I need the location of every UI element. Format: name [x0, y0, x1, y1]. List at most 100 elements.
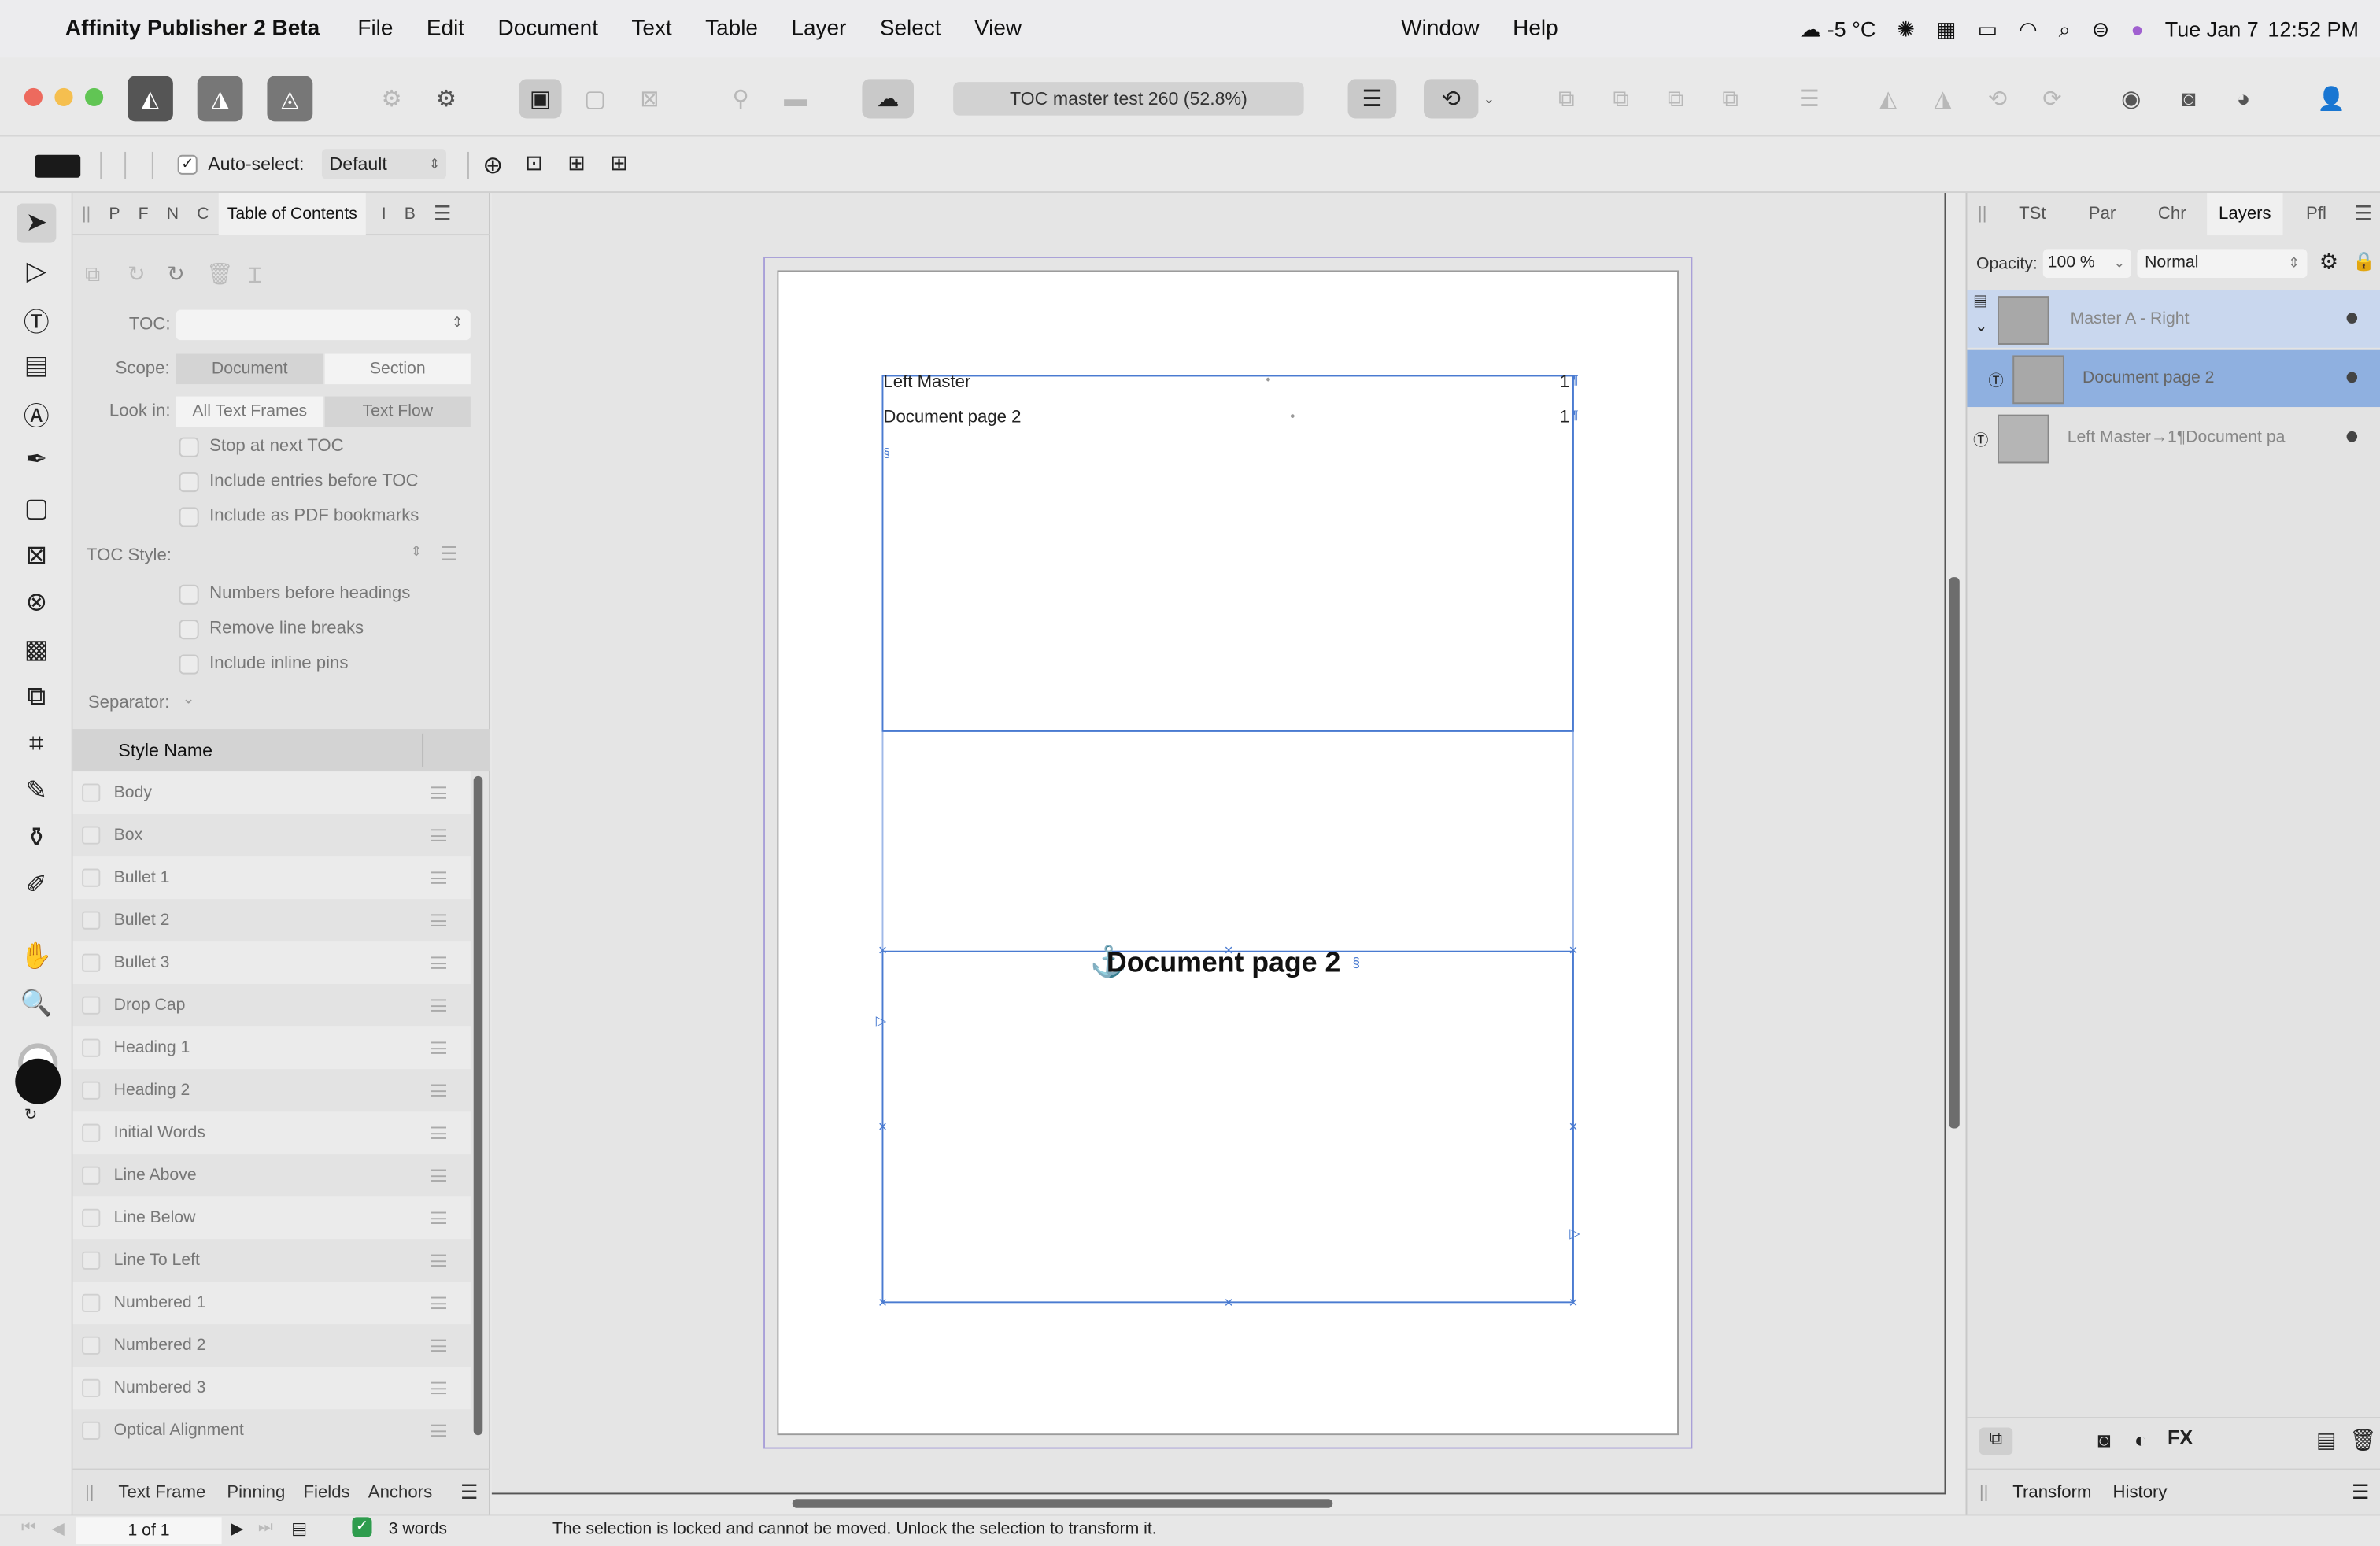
look-in-text-flow-option[interactable]: Text Flow — [324, 396, 471, 427]
rotate-right-icon[interactable]: ⟳ — [2031, 79, 2073, 118]
minimize-window-button[interactable] — [54, 87, 73, 107]
drag-handle-icon[interactable] — [431, 1169, 446, 1182]
layer-row-left-master-toc[interactable]: Ⓣ Left Master→1¶Document pa — [1967, 408, 2380, 467]
delete-toc-icon[interactable]: 🗑 — [206, 261, 233, 287]
style-row-numbered-1[interactable]: Numbered 1 — [72, 1282, 471, 1325]
menu-select[interactable]: Select — [863, 17, 958, 41]
scope-section-option[interactable]: Section — [324, 353, 471, 385]
drag-handle-icon[interactable] — [431, 829, 446, 841]
drag-handle-icon[interactable] — [431, 914, 446, 926]
frame-text-tool-icon[interactable]: Ⓣ — [17, 299, 56, 338]
tab-preflight[interactable]: Pfl — [2286, 193, 2346, 235]
update-all-toc-icon[interactable]: ↻ — [167, 261, 185, 287]
document-canvas[interactable]: Left Master • 1 ¶ Document page 2 • 1 ¶ … — [491, 193, 1946, 1493]
drag-handle-icon[interactable] — [431, 786, 446, 799]
photo-persona-icon[interactable]: ◬ — [267, 76, 313, 122]
picture-frame-tool-icon[interactable]: ⊠ — [17, 536, 56, 575]
style-row-line-to-left[interactable]: Line To Left — [72, 1239, 471, 1282]
layer-row-master-a-right[interactable]: ▤ ⌄ Master A - Right — [1967, 290, 2380, 348]
chatgpt-icon[interactable]: ✺ — [1897, 16, 1915, 42]
resize-handle-top[interactable]: × — [1221, 944, 1235, 959]
style-checkbox[interactable] — [82, 826, 101, 845]
style-row-line-above[interactable]: Line Above — [72, 1154, 471, 1197]
resize-handle-top-left[interactable]: × — [876, 944, 889, 959]
drag-handle-icon[interactable] — [431, 1254, 446, 1267]
panel-menu-icon[interactable]: ☰ — [2352, 1480, 2369, 1504]
flip-vertical-icon[interactable]: ◮ — [1922, 79, 1964, 118]
panel-menu-icon[interactable]: ☰ — [460, 1480, 478, 1504]
fill-tool-icon[interactable]: ⚱ — [17, 819, 56, 858]
style-row-numbered-2[interactable]: Numbered 2 — [72, 1324, 471, 1367]
style-row-drop-cap[interactable]: Drop Cap — [72, 984, 471, 1027]
scope-document-option[interactable]: Document — [176, 353, 323, 385]
toc-cursor-icon[interactable]: Ɪ — [249, 261, 261, 290]
publisher-persona-icon[interactable]: ◭ — [127, 76, 173, 122]
last-page-icon[interactable]: ⏭ — [258, 1518, 273, 1538]
menu-file[interactable]: File — [341, 17, 410, 41]
control-center-icon[interactable]: ⊜ — [2092, 16, 2110, 42]
keyboard-icon[interactable]: ▦ — [1936, 16, 1957, 42]
drag-handle-icon[interactable] — [431, 1041, 446, 1054]
include-inline-pins-checkbox[interactable] — [179, 654, 199, 675]
designer-persona-icon[interactable]: ◮ — [197, 76, 243, 122]
layer-visibility-dot[interactable] — [2346, 313, 2358, 324]
wifi-icon[interactable]: ◠ — [2019, 16, 2038, 42]
remove-line-breaks-checkbox[interactable] — [179, 620, 199, 640]
menu-layer[interactable]: Layer — [774, 17, 863, 41]
menu-table[interactable]: Table — [689, 17, 774, 41]
tab-b[interactable]: B — [395, 192, 424, 235]
align-icon[interactable]: ☰ — [1788, 79, 1831, 118]
drag-handle-icon[interactable] — [431, 1381, 446, 1395]
menu-window[interactable]: Window — [1384, 17, 1496, 41]
panel-grip-icon[interactable]: || — [1973, 193, 1991, 235]
add-layer-icon[interactable]: ▤ — [2316, 1428, 2337, 1454]
tab-table-of-contents[interactable]: Table of Contents — [218, 192, 367, 235]
fill-color-well[interactable] — [15, 1058, 61, 1104]
style-checkbox[interactable] — [82, 1421, 101, 1440]
pen-tool-icon[interactable]: ✒ — [17, 440, 56, 479]
layer-visibility-dot[interactable] — [2346, 372, 2358, 383]
distribute-icon[interactable]: ⊞ — [567, 150, 586, 176]
tab-transform[interactable]: Transform — [2001, 1483, 2104, 1501]
siri-icon[interactable]: ● — [2131, 17, 2143, 41]
menubar-date[interactable]: Tue Jan 7 — [2165, 17, 2259, 41]
drag-handle-icon[interactable] — [431, 1296, 446, 1310]
style-row-bullet-1[interactable]: Bullet 1 — [72, 856, 471, 900]
style-checkbox[interactable] — [82, 1123, 101, 1142]
drag-handle-icon[interactable] — [431, 956, 446, 969]
tab-text-styles[interactable]: TSt — [1998, 193, 2068, 235]
resize-handle-right[interactable]: × — [1566, 1120, 1580, 1135]
resize-handle-bottom-right[interactable]: × — [1566, 1296, 1580, 1311]
panel-grip-icon[interactable]: || — [73, 192, 100, 235]
style-checkbox[interactable] — [82, 953, 101, 972]
fx-icon[interactable]: FX — [2168, 1426, 2193, 1449]
drag-handle-icon[interactable] — [431, 1424, 446, 1437]
tab-pages[interactable]: P — [100, 192, 129, 235]
tab-index[interactable]: I — [372, 192, 395, 235]
heading-text-frame[interactable]: ⚓ Document page 2 § ▷ ▷ — [876, 946, 1580, 1304]
style-checkbox[interactable] — [82, 911, 101, 930]
style-row-optical-alignment[interactable]: Optical Alignment — [72, 1409, 471, 1452]
document-setup-icon[interactable]: ⚙ — [425, 79, 468, 118]
drag-handle-icon[interactable] — [431, 871, 446, 884]
style-row-box[interactable]: Box — [72, 814, 471, 857]
blend-mode-dropdown[interactable]: Normal ⇕ — [2137, 249, 2308, 279]
preflight-icon[interactable]: ☁ — [862, 79, 914, 119]
auto-select-dropdown[interactable]: Default ⇕ — [321, 149, 446, 179]
style-checkbox[interactable] — [82, 1378, 101, 1397]
snapping-dropdown-icon[interactable]: ⌄ — [1478, 79, 1499, 118]
preferences-icon[interactable]: ⚙ — [371, 79, 413, 118]
artistic-text-tool-icon[interactable]: Ⓐ — [17, 394, 56, 433]
horizontal-scrollbar[interactable] — [792, 1499, 1333, 1508]
arrange-icon-1[interactable]: ⧉ — [1545, 79, 1587, 118]
style-checkbox[interactable] — [82, 1038, 101, 1057]
normal-view-icon[interactable]: ▣ — [519, 79, 562, 119]
pin-icon[interactable]: ⚲ — [719, 79, 762, 118]
place-image-tool-icon[interactable]: ▩ — [17, 631, 56, 670]
boolean-intersect-icon[interactable]: ◕ — [2222, 79, 2264, 118]
preview-view-icon[interactable]: ▢ — [574, 79, 616, 118]
auto-select-checkbox[interactable]: ✓ — [177, 154, 198, 175]
panel-grip-icon[interactable]: || — [1967, 1483, 2000, 1501]
tab-character[interactable]: Chr — [2137, 193, 2207, 235]
eyedropper-tool-icon[interactable]: ✐ — [17, 866, 56, 905]
